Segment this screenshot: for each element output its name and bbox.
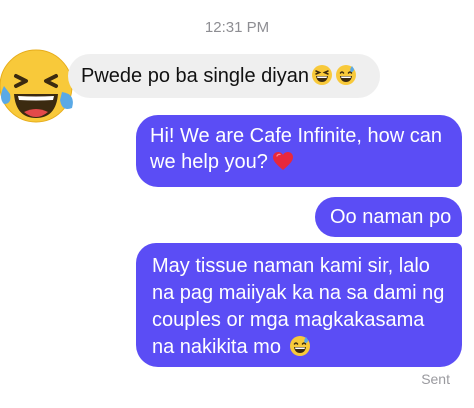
message-text-line: couples or mga magkakasama <box>152 309 425 331</box>
message-bubble-outgoing[interactable]: Oo naman po <box>315 197 462 237</box>
chat-timestamp: 12:31 PM <box>204 19 270 36</box>
laughing-tears-emoji-icon <box>0 49 73 123</box>
message-text-line: May tissue naman kami sir, lalo <box>152 255 430 277</box>
message-text: Pwede po ba single diyan <box>81 65 309 87</box>
message-text-line: we help you? <box>150 151 268 173</box>
message-text-line: na nakikita mo <box>152 336 281 358</box>
message-text-line-wrap: we help you? <box>150 149 450 175</box>
message-bubble-incoming[interactable]: Pwede po ba single diyan <box>68 54 380 98</box>
grinning-face-with-sweat-icon <box>289 336 310 356</box>
message-text-line: na pag maiiyak ka na sa dami ng <box>152 282 445 304</box>
sender-avatar[interactable] <box>0 42 76 126</box>
grinning-face-with-sweat-icon <box>335 65 356 85</box>
message-text-line-wrap: na nakikita mo <box>152 334 452 361</box>
delivery-status: Sent <box>421 371 450 387</box>
grinning-squinting-face-icon <box>311 65 332 85</box>
message-text-line: Hi! We are Cafe Infinite, how can <box>150 125 442 147</box>
message-text: Oo naman po <box>330 206 452 228</box>
red-heart-icon <box>272 152 293 170</box>
message-bubble-outgoing[interactable]: May tissue naman kami sir, lalo na pag m… <box>136 243 462 367</box>
message-bubble-outgoing[interactable]: Hi! We are Cafe Infinite, how can we hel… <box>136 115 462 187</box>
